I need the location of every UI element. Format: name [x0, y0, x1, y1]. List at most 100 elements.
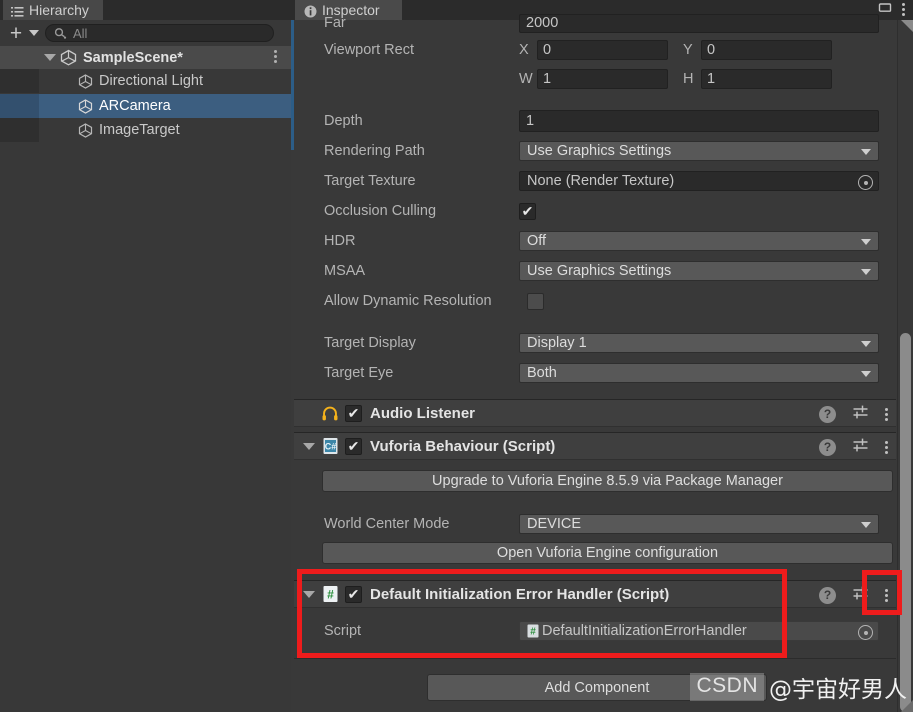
inspector-scrollbar[interactable]	[897, 20, 913, 712]
help-icon[interactable]: ?	[819, 438, 836, 456]
camera-target-texture-label: Target Texture	[324, 173, 416, 189]
watermark-author: @宇宙好男人	[769, 677, 907, 703]
viewport-y-field[interactable]: 0	[701, 40, 832, 60]
component-kebab-menu-icon[interactable]	[885, 407, 888, 421]
chevron-down-icon[interactable]	[29, 30, 39, 36]
camera-far-field[interactable]: 2000	[519, 13, 879, 33]
svg-text:C#: C#	[324, 442, 336, 452]
preset-settings-icon[interactable]	[852, 585, 869, 605]
camera-depth-row: Depth 1	[291, 110, 896, 132]
row-gutter	[0, 118, 39, 142]
camera-target-display-dropdown[interactable]: Display 1	[519, 333, 879, 353]
component-header-icons: ?	[819, 404, 888, 424]
unity-editor-screenshot: Hierarchy + All SampleScene* Directional…	[0, 0, 913, 712]
camera-viewport-rect-row-2: W 1 H 1	[291, 68, 896, 90]
tab-hierarchy[interactable]: Hierarchy	[3, 0, 103, 20]
scrollbar-thumb[interactable]	[900, 333, 911, 712]
scene-kebab-menu-icon[interactable]	[274, 50, 277, 63]
viewport-w-field[interactable]: 1	[537, 69, 668, 89]
hierarchy-item-label: ARCamera	[99, 98, 171, 114]
camera-msaa-value: Use Graphics Settings	[527, 263, 672, 279]
hierarchy-item-arcamera[interactable]: ARCamera	[0, 94, 291, 118]
headphones-icon	[321, 404, 339, 422]
camera-target-eye-row: Target Eye Both	[291, 362, 896, 384]
chevron-down-icon	[861, 239, 871, 245]
foldout-icon[interactable]	[303, 442, 315, 450]
hierarchy-item-directional-light[interactable]: Directional Light	[0, 69, 291, 93]
foldout-icon[interactable]	[303, 590, 315, 598]
viewport-x-field[interactable]: 0	[537, 40, 668, 60]
tab-hierarchy-label: Hierarchy	[29, 2, 89, 18]
camera-rendering-path-label: Rendering Path	[324, 143, 425, 159]
component-title: Default Initialization Error Handler (Sc…	[370, 585, 670, 603]
gameobject-cube-icon	[77, 73, 94, 90]
csharp-script-icon: C#	[321, 437, 339, 455]
vuforia-world-center-mode-dropdown[interactable]: DEVICE	[519, 514, 879, 534]
viewport-h-field[interactable]: 1	[701, 69, 832, 89]
viewport-h-label: H	[683, 71, 694, 87]
camera-hdr-row: HDR Off	[291, 230, 896, 252]
camera-occlusion-culling-checkbox[interactable]: ✔	[519, 202, 536, 220]
object-picker-icon[interactable]	[858, 175, 873, 190]
watermark-brand: CSDN	[690, 673, 764, 701]
hierarchy-panel: Hierarchy + All SampleScene* Directional…	[0, 0, 292, 712]
camera-msaa-label: MSAA	[324, 263, 366, 279]
camera-target-texture-field[interactable]: None (Render Texture)	[519, 171, 879, 191]
inspector-body: Far 2000 Viewport Rect X 0 Y 0 W 1 H 1 D…	[291, 13, 913, 712]
camera-occlusion-culling-label: Occlusion Culling	[324, 203, 437, 219]
camera-occlusion-culling-row: Occlusion Culling ✔	[291, 200, 896, 222]
camera-target-display-row: Target Display Display 1	[291, 332, 896, 354]
csharp-script-icon: #	[321, 585, 339, 603]
hierarchy-toolbar: + All	[0, 20, 291, 46]
component-kebab-menu-icon[interactable]	[885, 440, 888, 454]
hierarchy-item-label: ImageTarget	[99, 122, 180, 138]
camera-target-eye-dropdown[interactable]: Both	[519, 363, 879, 383]
camera-far-row: Far 2000	[291, 12, 896, 34]
camera-rendering-path-value: Use Graphics Settings	[527, 143, 672, 159]
search-icon	[54, 27, 67, 40]
inspector-kebab-menu-icon[interactable]	[902, 2, 905, 16]
help-icon[interactable]: ?	[819, 586, 836, 604]
error-handler-script-label: Script	[324, 623, 362, 639]
chevron-down-icon	[861, 269, 871, 275]
error-handler-script-value: DefaultInitializationErrorHandler	[542, 623, 747, 639]
camera-far-label: Far	[324, 15, 346, 31]
chevron-down-icon	[861, 371, 871, 377]
open-vuforia-config-button[interactable]: Open Vuforia Engine configuration	[322, 542, 893, 564]
watermark: CSDN @宇宙好男人	[690, 670, 907, 704]
camera-hdr-label: HDR	[324, 233, 356, 249]
preset-settings-icon[interactable]	[852, 404, 869, 424]
scene-root-row[interactable]: SampleScene*	[0, 46, 291, 69]
help-icon[interactable]: ?	[819, 405, 836, 423]
component-kebab-menu-icon[interactable]	[885, 588, 888, 602]
audio-listener-enabled-checkbox[interactable]: ✔	[345, 404, 362, 422]
search-input[interactable]: All	[45, 24, 274, 42]
camera-rendering-path-dropdown[interactable]: Use Graphics Settings	[519, 141, 879, 161]
camera-depth-field[interactable]: 1	[519, 110, 879, 132]
scene-foldout-icon[interactable]	[44, 54, 56, 61]
camera-msaa-dropdown[interactable]: Use Graphics Settings	[519, 261, 879, 281]
error-handler-script-field[interactable]: # DefaultInitializationErrorHandler	[519, 621, 879, 641]
create-button[interactable]: +	[4, 23, 28, 44]
vuforia-behaviour-enabled-checkbox[interactable]: ✔	[345, 437, 362, 455]
camera-rendering-path-row: Rendering Path Use Graphics Settings	[291, 140, 896, 162]
component-header-default-initialization-error-handler[interactable]: # ✔ Default Initialization Error Handler…	[294, 580, 896, 608]
object-picker-icon[interactable]	[858, 625, 873, 640]
upgrade-vuforia-button[interactable]: Upgrade to Vuforia Engine 8.5.9 via Pack…	[322, 470, 893, 492]
camera-viewport-rect-row-1: Viewport Rect X 0 Y 0	[291, 39, 896, 61]
camera-viewport-rect-label: Viewport Rect	[324, 42, 414, 58]
component-header-vuforia-behaviour[interactable]: C# ✔ Vuforia Behaviour (Script) ?	[294, 432, 896, 460]
component-header-audio-listener[interactable]: ✔ Audio Listener ?	[294, 399, 896, 427]
camera-allow-dynamic-resolution-label: Allow Dynamic Resolution	[324, 293, 492, 309]
camera-hdr-dropdown[interactable]: Off	[519, 231, 879, 251]
search-placeholder: All	[73, 25, 88, 41]
error-handler-enabled-checkbox[interactable]: ✔	[345, 585, 362, 603]
inspector-panel: Inspector Far 2000 Viewport Rect X 0 Y 0…	[291, 0, 913, 712]
camera-allow-dynamic-resolution-checkbox[interactable]	[527, 292, 544, 310]
row-gutter	[0, 69, 39, 93]
unity-scene-icon	[60, 49, 77, 66]
hierarchy-item-imagetarget[interactable]: ImageTarget	[0, 118, 291, 142]
component-title: Vuforia Behaviour (Script)	[370, 437, 556, 455]
gameobject-cube-icon	[77, 122, 94, 139]
preset-settings-icon[interactable]	[852, 437, 869, 457]
